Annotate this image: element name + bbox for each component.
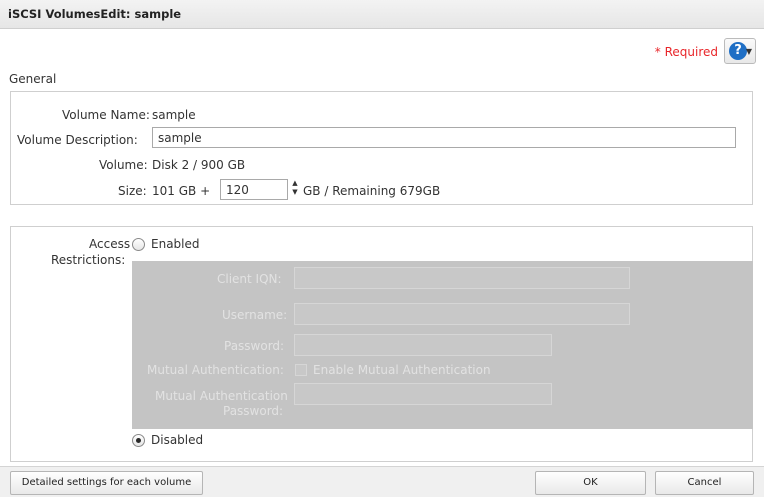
title-bar[interactable]: iSCSI VolumesEdit: sample xyxy=(0,0,764,29)
cancel-button[interactable]: Cancel xyxy=(655,471,754,495)
mutual-auth-checkbox xyxy=(295,364,307,376)
username-label: Username: xyxy=(222,308,288,322)
size-prefix: 101 GB + xyxy=(152,184,211,198)
section-title-general: General xyxy=(9,72,57,86)
size-suffix: GB / Remaining 679GB xyxy=(303,184,441,198)
edit-dialog: iSCSI VolumesEdit: sample * Required ? ▼… xyxy=(0,0,764,497)
volume-description-input[interactable] xyxy=(152,127,736,148)
access-enabled-radio[interactable] xyxy=(132,238,145,251)
required-legend: * Required xyxy=(654,45,718,59)
access-restrictions-label-line1: Access xyxy=(89,237,131,251)
dialog-title: iSCSI VolumesEdit: sample xyxy=(8,7,182,21)
access-restrictions-label-line2: Restrictions: xyxy=(51,253,126,267)
client-iqn-label: Client IQN: xyxy=(217,272,282,286)
detailed-settings-button[interactable]: Detailed settings for each volume xyxy=(10,471,203,495)
mutual-auth-checkbox-label: Enable Mutual Authentication xyxy=(313,363,491,377)
volume-value: Disk 2 / 900 GB xyxy=(152,158,246,172)
password-label: Password: xyxy=(224,339,285,353)
client-iqn-input xyxy=(294,267,630,289)
dialog-footer: Detailed settings for each volume OK Can… xyxy=(0,466,764,497)
size-stepper[interactable] xyxy=(220,179,288,200)
password-input xyxy=(294,334,552,356)
access-enabled-label[interactable]: Enabled xyxy=(151,237,200,251)
chevron-down-icon: ▼ xyxy=(745,47,752,56)
question-circle-icon: ? xyxy=(729,42,747,60)
username-input xyxy=(294,303,630,325)
mutual-auth-password-label-line1: Mutual Authentication xyxy=(155,389,288,403)
volume-name-label: Volume Name: xyxy=(62,108,150,122)
mutual-auth-password-label-line2: Password: xyxy=(223,404,284,418)
stepper-arrows-icon[interactable]: ▲ ▼ xyxy=(289,179,301,200)
mutual-auth-password-input xyxy=(294,383,552,405)
access-disabled-radio[interactable] xyxy=(132,434,145,447)
access-disabled-label[interactable]: Disabled xyxy=(151,433,203,447)
help-button[interactable]: ? ▼ xyxy=(724,38,756,64)
volume-label: Volume: xyxy=(99,158,148,172)
volume-description-label: Volume Description: xyxy=(17,133,138,147)
volume-name-value: sample xyxy=(152,108,196,122)
size-label: Size: xyxy=(118,184,147,198)
ok-button[interactable]: OK xyxy=(535,471,646,495)
mutual-auth-label: Mutual Authentication: xyxy=(147,363,284,377)
